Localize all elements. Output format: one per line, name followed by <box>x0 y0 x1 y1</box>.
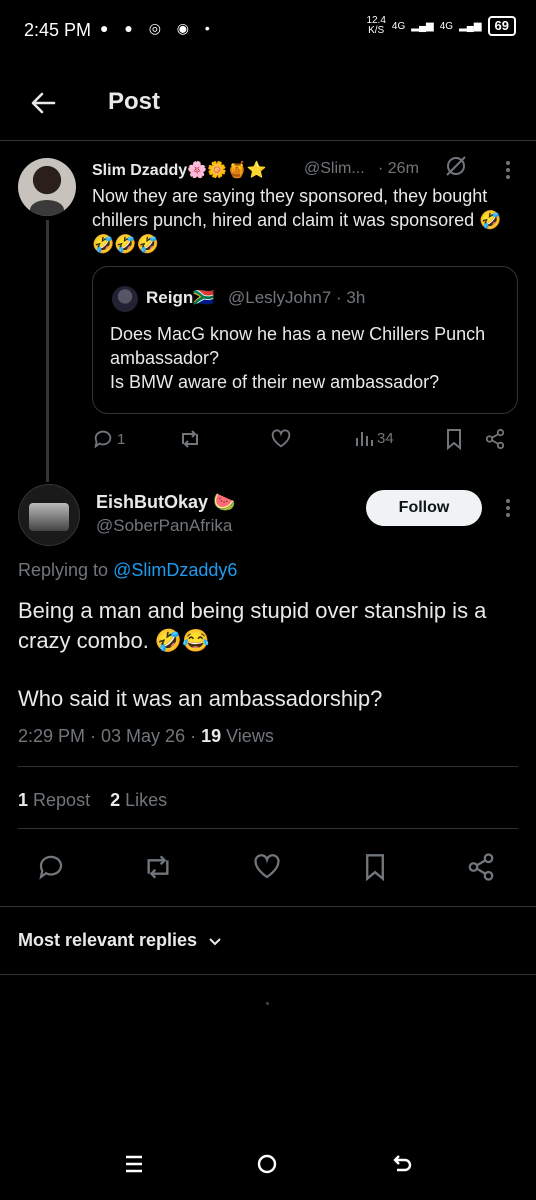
post-actions: 1 34 <box>92 428 522 454</box>
share-icon <box>485 428 505 450</box>
grok-icon[interactable] <box>444 154 468 178</box>
loading-dot <box>266 1002 269 1005</box>
quoted-avatar <box>112 286 138 312</box>
author-handle[interactable]: @SoberPanAfrika <box>96 516 232 536</box>
status-right: 12.4 K/S 4G ▂▄▆ 4G ▂▄▆ 69 <box>366 16 516 36</box>
views-count: 19 <box>201 726 222 746</box>
signal-bars-icon: ▂▄▆ <box>411 20 434 32</box>
reposts-label: Repost <box>33 790 91 810</box>
bookmark-icon <box>447 429 461 450</box>
post-time: · 26m <box>378 160 419 177</box>
divider <box>0 974 536 975</box>
repost-button[interactable] <box>142 852 174 882</box>
views-button[interactable]: 34 <box>354 428 394 448</box>
post-timestamp: 2:29 PM · 03 May 26 · <box>18 726 202 746</box>
chevron-down-icon <box>209 937 221 945</box>
author-handle[interactable]: @Slim... <box>304 160 365 178</box>
quoted-author-handle: @LeslyJohn7 · 3h <box>228 288 366 307</box>
reposts-count: 1 <box>18 790 29 810</box>
replies-sort-dropdown[interactable]: Most relevant replies <box>18 930 223 951</box>
bookmark-button[interactable] <box>362 852 388 882</box>
signal-2: 4G <box>439 20 454 32</box>
net-speed-unit: K/S <box>368 25 385 36</box>
more-options-icon[interactable] <box>498 158 518 182</box>
author-name[interactable]: EishButOkay 🍉 <box>96 492 235 513</box>
repost-button[interactable] <box>178 428 202 450</box>
reply-button[interactable] <box>36 852 66 882</box>
reply-icon <box>39 855 63 880</box>
avatar[interactable] <box>18 484 80 546</box>
status-time: 2:45 PM <box>24 20 92 40</box>
home-icon[interactable] <box>255 1152 279 1181</box>
repost-icon <box>147 855 169 879</box>
quoted-text: Does MacG know he has a new Chillers Pun… <box>110 324 486 392</box>
replying-to: Replying to @SlimDzaddy6 <box>18 560 237 581</box>
thread-line <box>46 220 49 482</box>
net-speed: 12.4 K/S <box>366 16 385 36</box>
reply-count: 1 <box>117 430 126 448</box>
reply-icon <box>94 430 112 449</box>
share-button[interactable] <box>466 852 496 882</box>
divider <box>18 766 518 767</box>
battery-indicator: 69 <box>487 16 516 36</box>
reposts-link[interactable]: 1 Repost <box>18 790 90 810</box>
repost-icon <box>182 430 198 448</box>
share-button[interactable] <box>484 428 506 450</box>
bookmark-button[interactable] <box>444 428 464 450</box>
like-button[interactable] <box>252 852 282 882</box>
views-count: 34 <box>377 429 394 447</box>
main-post-actions <box>36 852 502 886</box>
quoted-author-name: Reign🇿🇦 <box>146 288 215 307</box>
status-bar: 2:45 PM ● ● ◎ ◉ • 12.4 K/S 4G ▂▄▆ 4G ▂▄▆ … <box>0 0 536 60</box>
back-arrow-icon[interactable] <box>28 88 58 118</box>
likes-link[interactable]: 2 Likes <box>110 790 167 810</box>
mention-link[interactable]: @SlimDzaddy6 <box>113 560 237 580</box>
follow-button[interactable]: Follow <box>366 490 482 526</box>
avatar[interactable] <box>18 158 76 216</box>
divider <box>0 906 536 907</box>
recent-apps-icon[interactable] <box>122 1152 146 1181</box>
divider <box>18 828 518 829</box>
replying-to-prefix: Replying to <box>18 560 109 580</box>
likes-label: Likes <box>125 790 168 810</box>
system-nav-bar <box>0 1140 536 1190</box>
views-label: Views <box>226 726 274 746</box>
notification-icons: ● ● ◎ ◉ • <box>100 20 216 36</box>
likes-count: 2 <box>110 790 121 810</box>
page-title: Post <box>108 88 161 115</box>
heart-icon <box>254 854 280 879</box>
replies-sort-label: Most relevant replies <box>18 930 198 950</box>
post-text: Now they are saying they sponsored, they… <box>92 186 502 254</box>
post-text-line2: Who said it was an ambassadorship? <box>18 686 383 711</box>
views-icon <box>356 432 373 446</box>
back-nav-icon[interactable] <box>390 1152 414 1181</box>
signal-bars-icon: ▂▄▆ <box>459 20 482 32</box>
author-name[interactable]: Slim Dzaddy🌸🌼🍯⭐ <box>92 160 267 180</box>
top-bar: Post <box>0 70 536 141</box>
bookmark-icon <box>366 854 384 882</box>
more-options-icon[interactable] <box>498 496 518 520</box>
signal-1: 4G <box>391 20 406 32</box>
engagement-stats: 1 Repost 2 Likes <box>18 790 167 811</box>
post-meta: 2:29 PM · 03 May 26 · 19 Views <box>18 726 274 747</box>
share-icon <box>468 853 494 881</box>
reply-button[interactable]: 1 <box>92 428 125 450</box>
post-text: Being a man and being stupid over stansh… <box>18 598 487 653</box>
like-button[interactable] <box>270 428 292 450</box>
heart-icon <box>271 429 291 448</box>
